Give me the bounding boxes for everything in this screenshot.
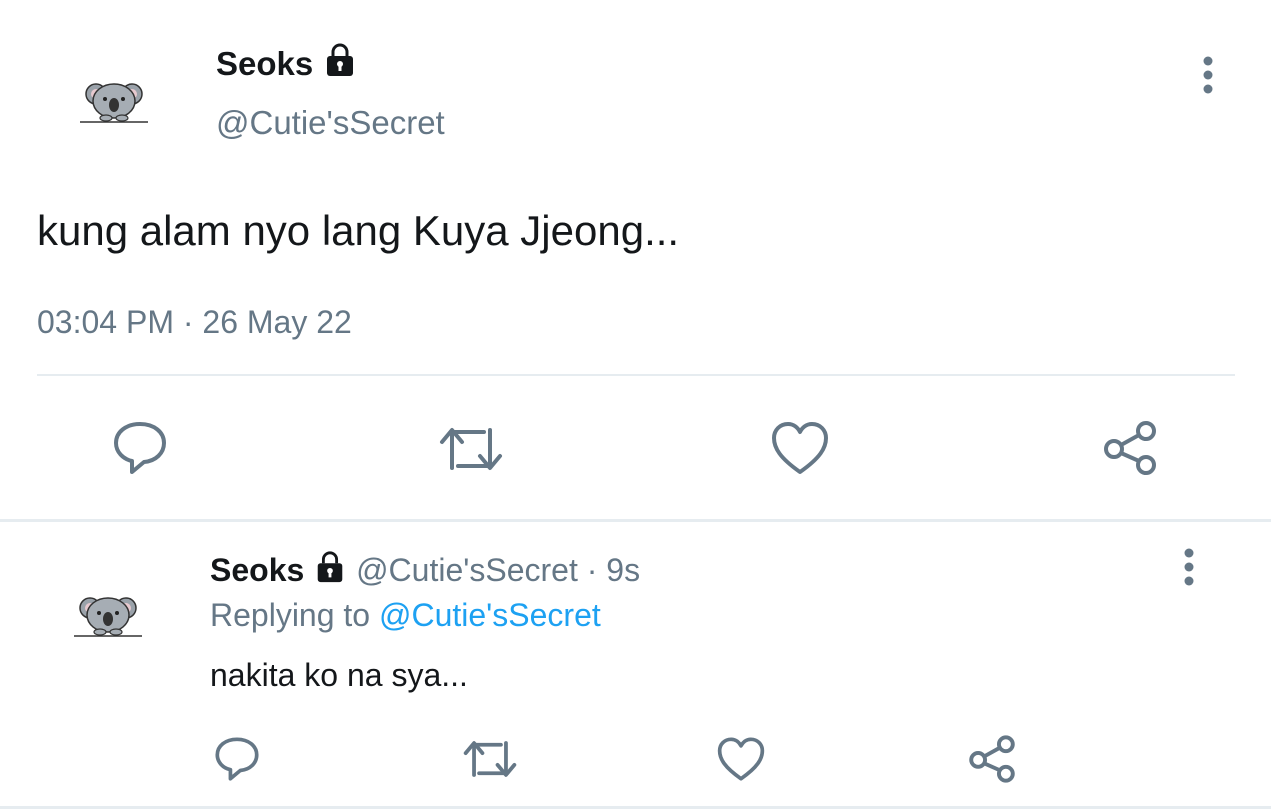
- reply-header: Seoks @Cutie'sSecret · 9s: [210, 550, 640, 593]
- tweet-text: kung alam nyo lang Kuya Jjeong...: [37, 207, 680, 254]
- tweet-date[interactable]: 26 May 22: [202, 304, 351, 340]
- lock-icon: [313, 550, 347, 593]
- tweet-age: 9s: [606, 552, 641, 588]
- replying-prefix: Replying to: [210, 597, 371, 633]
- retweet-icon[interactable]: [438, 424, 504, 474]
- reply-icon[interactable]: [112, 420, 168, 476]
- heart-icon[interactable]: [770, 420, 830, 476]
- tweet-author[interactable]: Seoks: [216, 42, 358, 87]
- avatar[interactable]: [72, 590, 144, 650]
- koala-avatar-icon: [80, 83, 148, 123]
- retweet-icon[interactable]: [462, 738, 518, 780]
- timestamp-separator: ·: [182, 304, 194, 340]
- divider: [37, 374, 1235, 376]
- author-handle[interactable]: @Cutie'sSecret: [216, 103, 445, 143]
- display-name[interactable]: Seoks: [216, 45, 313, 82]
- replying-handle-link[interactable]: @Cutie'sSecret: [379, 597, 601, 633]
- share-icon[interactable]: [1100, 418, 1160, 478]
- heart-icon[interactable]: [716, 736, 766, 782]
- share-icon[interactable]: [966, 733, 1018, 785]
- reply-icon[interactable]: [214, 736, 260, 782]
- author-handle[interactable]: @Cutie'sSecret: [356, 552, 578, 588]
- section-divider: [0, 519, 1271, 522]
- bottom-divider: [0, 806, 1271, 809]
- tweet-time: 03:04 PM: [37, 304, 174, 340]
- tweet-timestamp: 03:04 PM · 26 May 22: [37, 302, 352, 342]
- avatar[interactable]: [78, 72, 150, 132]
- lock-icon: [322, 42, 358, 87]
- tweet-text: nakita ko na sya...: [210, 657, 468, 693]
- more-vertical-icon[interactable]: [1177, 548, 1201, 588]
- header-separator: ·: [586, 552, 598, 588]
- more-vertical-icon[interactable]: [1196, 56, 1220, 96]
- display-name[interactable]: Seoks: [210, 552, 304, 588]
- koala-avatar-icon: [74, 597, 142, 637]
- replying-to: Replying to @Cutie'sSecret: [210, 595, 601, 635]
